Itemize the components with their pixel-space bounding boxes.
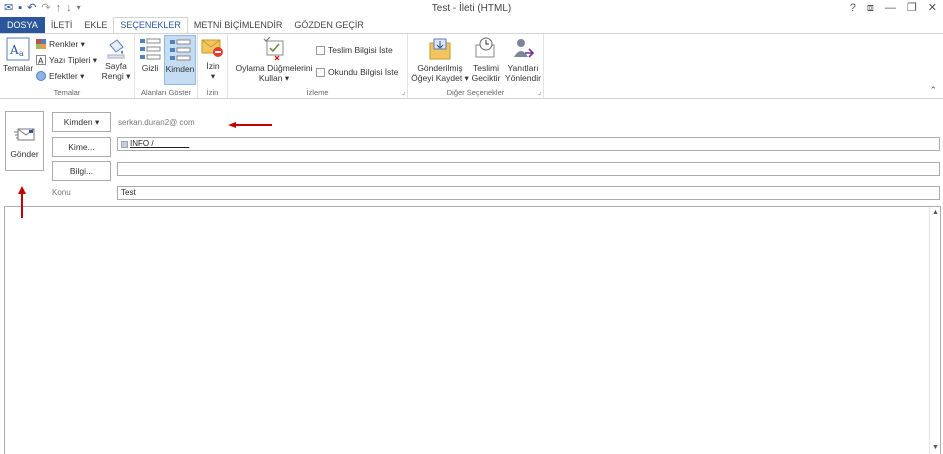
fonts-icon: A	[36, 55, 46, 65]
ribbon: A a Temalar Renkler ▾ A Yazı Tipleri ▾ E…	[0, 33, 943, 99]
delay-delivery-button[interactable]: Teslimi Geciktir	[470, 37, 502, 83]
from-field-icon	[170, 39, 191, 61]
direct-replies-icon	[514, 39, 535, 58]
paint-bucket-icon	[107, 39, 125, 59]
message-header: Gönder Kimden ▾ serkan.duran2@ com Kime.…	[0, 100, 943, 205]
ribbon-display-icon[interactable]: ⧈	[867, 2, 874, 14]
restore-icon[interactable]: ❐	[907, 2, 917, 14]
svg-text:a: a	[19, 49, 24, 58]
fonts-button[interactable]: A Yazı Tipleri ▾	[36, 54, 97, 66]
collapse-ribbon-icon[interactable]: ⌃	[929, 85, 937, 96]
group-label-show-fields: Alanları Göster	[140, 88, 192, 97]
tab-file[interactable]: DOSYA	[0, 17, 45, 33]
send-button[interactable]: Gönder	[5, 111, 44, 171]
more-options-dialog-launcher-icon[interactable]: ⌟	[538, 88, 541, 96]
delay-delivery-icon	[475, 37, 495, 58]
tab-message[interactable]: İLETİ	[45, 17, 79, 33]
delivery-receipt-check[interactable]	[316, 45, 325, 55]
from-button[interactable]: Kimden ▾	[52, 112, 111, 132]
tracking-dialog-launcher-icon[interactable]: ⌟	[402, 88, 405, 96]
save-sent-icon	[429, 38, 451, 60]
group-permission: İzin ▾ İzin	[198, 34, 228, 98]
themes-button[interactable]: A a Temalar	[3, 37, 33, 73]
close-icon[interactable]: ✕	[928, 2, 937, 14]
to-button[interactable]: Kime...	[52, 137, 111, 157]
message-body[interactable]: ▲ ▼	[4, 206, 941, 454]
group-tracking: Oylama Düğmelerini Kullan ▾ Teslim Bilgi…	[228, 34, 408, 98]
themes-icon: A a	[6, 37, 30, 61]
page-color-button[interactable]: Sayfa Rengi ▾	[100, 37, 132, 81]
tab-format-text[interactable]: METNİ BİÇİMLENDİR	[188, 17, 289, 33]
send-icon	[14, 128, 35, 141]
cc-button[interactable]: Bilgi...	[52, 161, 111, 181]
annotation-arrow-up-icon	[18, 186, 26, 218]
read-receipt-checkbox[interactable]: Okundu Bilgisi İste	[316, 66, 398, 78]
save-sent-item-button[interactable]: Gönderilmiş Öğeyi Kaydet ▾	[410, 37, 470, 83]
voting-icon	[263, 37, 284, 61]
tab-options[interactable]: SEÇENEKLER	[113, 17, 188, 33]
effects-button[interactable]: Efektler ▾	[36, 70, 84, 82]
read-receipt-check[interactable]	[316, 67, 325, 77]
direct-replies-button[interactable]: Yanıtları Yönlendir	[504, 37, 542, 83]
to-recipient[interactable]: INFO /________	[121, 138, 189, 150]
bcc-button[interactable]: Gizli	[137, 37, 163, 73]
window-title: Test - İleti (HTML)	[431, 3, 512, 14]
scroll-up-icon[interactable]: ▲	[931, 209, 940, 218]
group-label-tracking: İzleme	[306, 88, 329, 97]
svg-text:A: A	[38, 57, 44, 66]
voting-buttons-button[interactable]: Oylama Düğmelerini Kullan ▾	[232, 37, 316, 83]
body-scrollbar[interactable]: ▲ ▼	[929, 207, 940, 454]
permission-button[interactable]: İzin ▾	[200, 37, 226, 81]
delivery-receipt-checkbox[interactable]: Teslim Bilgisi İste	[316, 44, 393, 56]
bcc-icon	[140, 38, 161, 60]
cc-input[interactable]	[117, 162, 940, 176]
effects-icon	[36, 71, 46, 81]
help-icon[interactable]: ?	[850, 2, 856, 14]
recipient-icon	[121, 140, 128, 148]
send-label: Gönder	[10, 149, 39, 159]
group-themes: A a Temalar Renkler ▾ A Yazı Tipleri ▾ E…	[0, 34, 135, 98]
colors-button[interactable]: Renkler ▾	[36, 38, 85, 50]
to-input[interactable]: INFO /________	[117, 137, 940, 151]
group-label-permission: İzin	[206, 88, 219, 97]
tab-insert[interactable]: EKLE	[78, 17, 113, 33]
group-label-themes: Temalar	[53, 88, 81, 97]
svg-text:A: A	[9, 43, 19, 57]
scroll-down-icon[interactable]: ▼	[931, 444, 940, 453]
ribbon-tabs: DOSYA İLETİ EKLE SEÇENEKLER METNİ BİÇİML…	[0, 17, 943, 33]
title-bar: ✉ ▪ ↶ ↷ ↑ ↓ ▾ Test - İleti (HTML) ? ⧈ — …	[0, 0, 943, 17]
tab-review[interactable]: GÖZDEN GEÇİR	[288, 17, 370, 33]
from-value: serkan.duran2@ com	[118, 118, 195, 127]
colors-icon	[36, 39, 46, 49]
subject-input[interactable]: Test	[117, 186, 940, 200]
subject-label: Konu	[52, 188, 71, 197]
minimize-icon[interactable]: —	[885, 2, 896, 14]
group-more-options: Gönderilmiş Öğeyi Kaydet ▾ Teslimi Gecik…	[408, 34, 544, 98]
window-controls: ? ⧈ — ❐ ✕	[850, 2, 937, 14]
group-show-fields: Gizli Kimden Alanları Göster	[135, 34, 198, 98]
permission-envelope-icon	[201, 39, 223, 57]
annotation-arrow-left-icon	[228, 122, 272, 128]
from-field-toggle[interactable]: Kimden	[164, 35, 196, 85]
group-label-more-options: Diğer Seçenekler	[446, 88, 505, 97]
